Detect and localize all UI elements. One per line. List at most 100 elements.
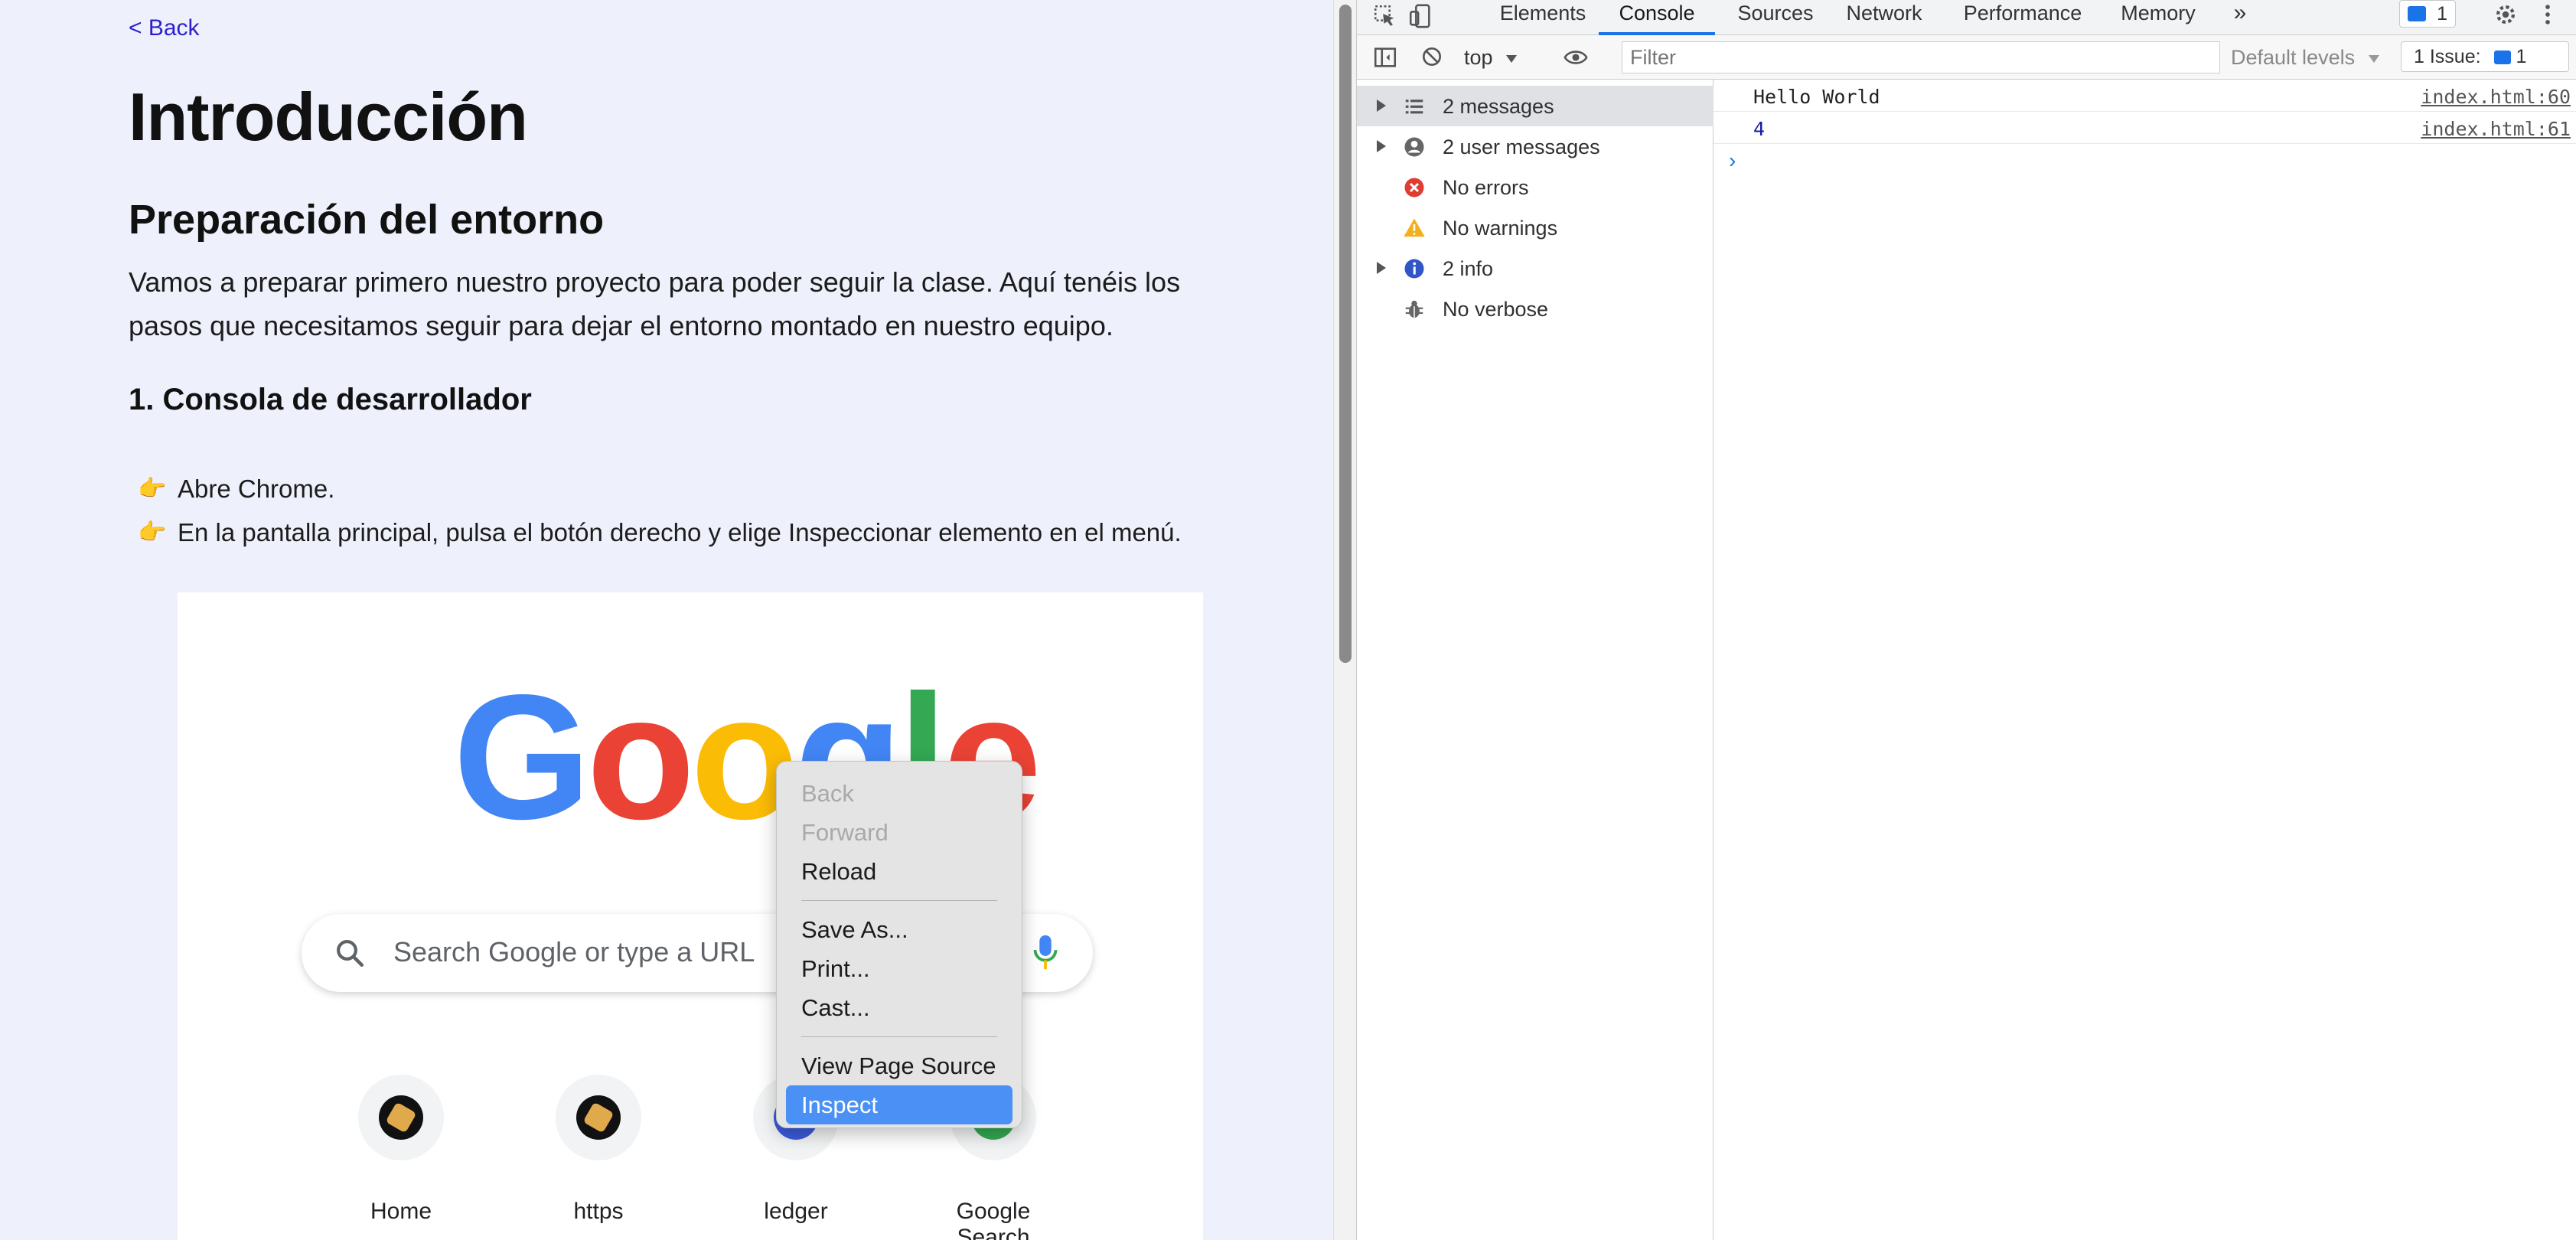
scroll-thumb[interactable] [1339, 5, 1352, 663]
chrome-newtab-screenshot: Google Search Google or type a URL Home … [178, 592, 1203, 1240]
console-message-text: 4 [1753, 118, 1766, 140]
info-icon [1404, 259, 1424, 279]
user-icon [1404, 137, 1424, 157]
sidebar-item-label: No errors [1443, 176, 1529, 199]
list-item: 👉 En la pantalla principal, pulsa el botó… [138, 511, 1182, 554]
devtools-tab-bar: Elements Console Sources Network Perform… [1357, 0, 2576, 35]
message-icon [2408, 6, 2426, 21]
sidebar-item-label: 2 info [1443, 257, 1494, 280]
sidebar-item-label: 2 user messages [1443, 135, 1600, 158]
section-title: Preparación del entorno [129, 197, 605, 243]
pointing-hand-icon: 👉 [138, 520, 167, 545]
sidebar-item-verbose[interactable]: No verbose [1357, 289, 1714, 329]
menu-item-cast[interactable]: Cast... [777, 988, 1022, 1027]
sidebar-item-label: No warnings [1443, 217, 1558, 240]
menu-separator [801, 900, 997, 901]
context-selector[interactable]: top [1464, 43, 1518, 72]
sidebar-item-info[interactable]: 2 info [1357, 248, 1714, 289]
warning-icon [1404, 218, 1425, 237]
logo-letter: o [586, 658, 695, 857]
more-tabs-button[interactable]: » [2225, 0, 2255, 35]
error-icon [1404, 178, 1424, 197]
console-message: 4 index.html:61 [1714, 112, 2576, 144]
inspect-element-icon[interactable] [1372, 3, 1398, 29]
search-icon [337, 940, 364, 968]
gear-icon[interactable] [2493, 2, 2519, 28]
console-sidebar: 2 messages 2 user messages No errors No … [1357, 80, 1714, 1240]
sidebar-toggle-icon[interactable] [1372, 44, 1398, 70]
sidebar-item-messages[interactable]: 2 messages [1357, 86, 1714, 126]
back-link[interactable]: < Back [129, 15, 200, 41]
tutorial-page: < Back Introducción Preparación del ento… [0, 0, 1333, 1240]
shortcut-label: Google Search [956, 1199, 1031, 1240]
step-text: Abre Chrome. [178, 474, 335, 503]
steps-list: 👉 Abre Chrome. 👉 En la pantalla principal,… [138, 467, 1182, 554]
menu-item-view-source[interactable]: View Page Source [777, 1046, 1022, 1085]
expand-arrow-icon[interactable] [1377, 140, 1386, 152]
filter-input[interactable] [1622, 41, 2220, 73]
more-options-icon[interactable] [2540, 2, 2555, 28]
subsection-title: 1. Consola de desarrollador [129, 383, 532, 416]
sidebar-item-user-messages[interactable]: 2 user messages [1357, 126, 1714, 167]
shortcut-home[interactable]: Home [324, 1075, 478, 1225]
message-count: 1 [2437, 3, 2447, 24]
tab-network[interactable]: Network [1834, 0, 1934, 35]
expand-arrow-icon[interactable] [1377, 100, 1386, 112]
log-levels-dropdown[interactable]: Default levels [2231, 43, 2379, 72]
shortcut-label: https [573, 1199, 624, 1224]
chevron-down-icon [2368, 54, 2379, 63]
source-link[interactable]: index.html:60 [2421, 86, 2571, 108]
logo-letter: G [453, 658, 591, 857]
tab-console[interactable]: Console [1599, 0, 1715, 35]
menu-item-inspect[interactable]: Inspect [786, 1085, 1012, 1124]
tab-sources[interactable]: Sources [1726, 0, 1825, 35]
message-icon [2493, 51, 2511, 65]
devtools-panel: Elements Console Sources Network Perform… [1356, 0, 2576, 1240]
clear-console-icon[interactable] [1420, 44, 1444, 69]
menu-item-reload[interactable]: Reload [777, 852, 1022, 891]
eye-icon[interactable] [1562, 44, 1590, 70]
pointing-hand-icon: 👉 [138, 476, 167, 501]
menu-item-forward: Forward [801, 819, 889, 846]
shortcut-label: Home [370, 1199, 432, 1224]
source-link[interactable]: index.html:61 [2421, 118, 2571, 140]
console-prompt[interactable]: › [1729, 148, 1736, 173]
shortcut-https[interactable]: https [522, 1075, 675, 1225]
levels-label: Default levels [2231, 46, 2356, 69]
console-message-text: Hello World [1753, 86, 1880, 108]
context-label: top [1464, 46, 1493, 69]
microphone-icon[interactable] [1030, 934, 1061, 972]
tab-memory[interactable]: Memory [2108, 0, 2208, 35]
tab-performance[interactable]: Performance [1952, 0, 2093, 35]
chevron-down-icon [1506, 54, 1518, 63]
tab-elements[interactable]: Elements [1493, 0, 1593, 35]
issues-count: 1 [2516, 46, 2527, 67]
intro-paragraph: Vamos a preparar primero nuestro proyect… [129, 266, 1181, 341]
device-toolbar-icon[interactable] [1407, 3, 1433, 29]
expand-arrow-icon[interactable] [1377, 262, 1386, 274]
issues-button[interactable]: 1 Issue: 1 [2401, 41, 2569, 72]
site-icon [576, 1095, 621, 1140]
context-menu: Back Forward Reload Save As... Print... … [776, 761, 1022, 1128]
page-scrollbar[interactable] [1333, 0, 1356, 1240]
search-placeholder: Search Google or type a URL [393, 936, 755, 968]
console-message: Hello World index.html:60 [1714, 80, 2576, 112]
menu-item-save-as[interactable]: Save As... [777, 910, 1022, 949]
issues-label: 1 Issue: [2414, 46, 2481, 67]
shortcut-label: ledger [764, 1199, 828, 1224]
console-toolbar: top Default levels 1 Issue: 1 [1357, 35, 2576, 80]
sidebar-item-errors[interactable]: No errors [1357, 167, 1714, 207]
page-title: Introducción [129, 79, 528, 155]
menu-separator [801, 1036, 997, 1037]
messages-badge[interactable]: 1 [2399, 0, 2456, 28]
sidebar-item-label: 2 messages [1443, 95, 1554, 118]
list-icon [1405, 100, 1423, 114]
sidebar-item-label: No verbose [1443, 298, 1549, 321]
menu-item-back: Back [801, 780, 854, 807]
sidebar-item-warnings[interactable]: No warnings [1357, 207, 1714, 248]
list-item: 👉 Abre Chrome. [138, 467, 1182, 511]
console-output[interactable]: Hello World index.html:60 4 index.html:6… [1714, 80, 2576, 1240]
step-text: En la pantalla principal, pulsa el botón… [178, 517, 1182, 547]
menu-item-print[interactable]: Print... [777, 949, 1022, 988]
bug-icon [1405, 300, 1423, 318]
